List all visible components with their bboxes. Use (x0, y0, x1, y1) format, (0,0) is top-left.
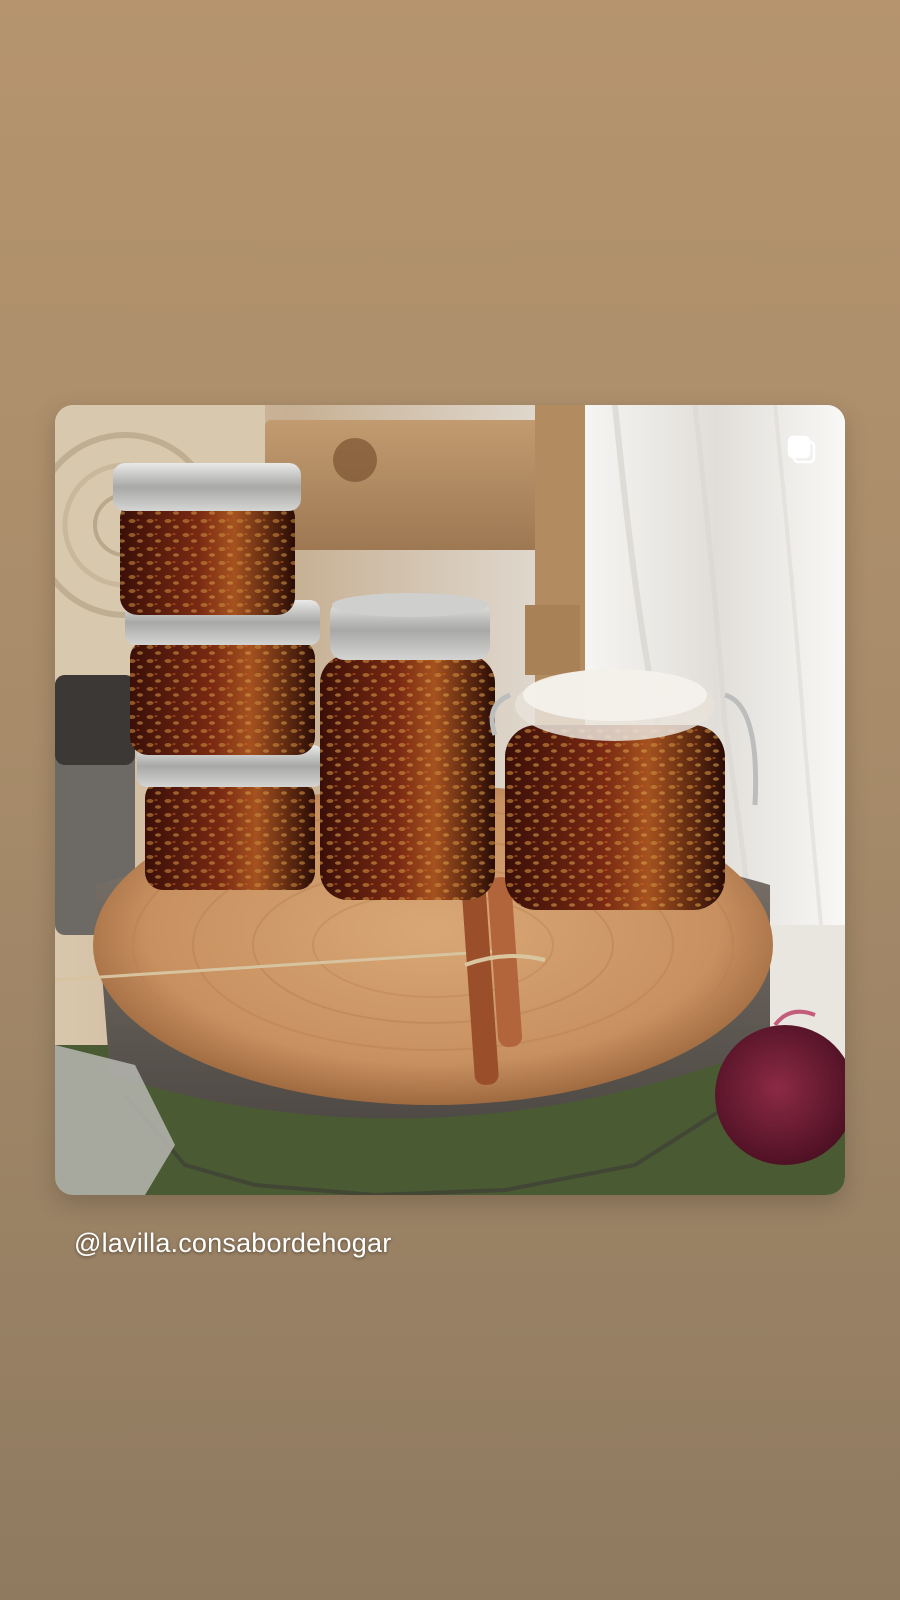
instagram-story: @lavilla.consabordehogar (0, 0, 900, 1600)
post-author-username[interactable]: @lavilla.consabordehogar (74, 1228, 391, 1259)
multiple-photos-icon (787, 435, 816, 464)
post-photo (55, 405, 845, 1195)
shared-post-card[interactable] (55, 405, 845, 1195)
